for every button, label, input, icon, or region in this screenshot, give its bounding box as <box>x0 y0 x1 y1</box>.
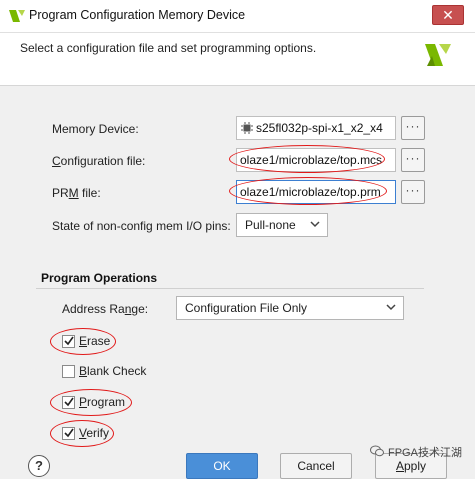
xilinx-logo-icon <box>9 10 25 22</box>
state-pins-select[interactable]: Pull-none <box>236 213 328 237</box>
dialog-header: Select a configuration file and set prog… <box>0 33 475 86</box>
memory-device-label: Memory Device: <box>52 122 139 136</box>
header-description: Select a configuration file and set prog… <box>20 41 317 55</box>
prm-file-label: PRM file: <box>52 186 101 200</box>
blank-check-label: Blank Check <box>79 364 147 378</box>
annotation-oval-config-file <box>229 145 385 173</box>
checkbox-box[interactable] <box>62 365 75 378</box>
config-file-browse-button[interactable]: ··· <box>401 148 425 172</box>
chevron-down-icon <box>386 304 396 311</box>
watermark-text: FPGA技术江湖 <box>388 447 462 459</box>
blank-check-checkbox[interactable]: Blank Check <box>62 364 152 379</box>
chip-icon <box>241 122 253 134</box>
ok-label: OK <box>213 459 231 473</box>
help-button[interactable]: ? <box>28 455 50 477</box>
memory-device-value: s25fl032p-spi-x1_x2_x4 <box>256 121 383 135</box>
annotation-oval-erase <box>50 328 116 355</box>
close-button[interactable]: ✕ <box>432 5 464 25</box>
program-operations-title: Program Operations <box>41 271 158 285</box>
ok-button[interactable]: OK <box>186 453 258 479</box>
window-title: Program Configuration Memory Device <box>29 8 246 22</box>
prm-file-browse-button[interactable]: ··· <box>401 180 425 204</box>
state-pins-value: Pull-none <box>245 218 296 232</box>
cancel-label: Cancel <box>297 459 335 473</box>
ellipsis-icon: ··· <box>405 119 421 133</box>
section-divider <box>36 288 424 289</box>
address-range-select[interactable]: Configuration File Only <box>176 296 404 320</box>
annotation-oval-program <box>50 389 132 416</box>
apply-label: Apply <box>395 459 427 473</box>
memory-device-field: s25fl032p-spi-x1_x2_x4 <box>236 116 396 140</box>
annotation-oval-prm-file <box>229 177 387 205</box>
cancel-button[interactable]: Cancel <box>280 453 352 479</box>
xilinx-header-logo-icon <box>425 44 451 66</box>
close-icon: ✕ <box>442 7 454 23</box>
title-bar: Program Configuration Memory Device ✕ <box>0 0 475 33</box>
address-range-label: Address Range: <box>62 302 149 316</box>
ellipsis-icon: ··· <box>405 151 421 165</box>
chevron-down-icon <box>310 221 320 228</box>
help-icon: ? <box>35 458 43 473</box>
annotation-oval-verify <box>50 420 114 447</box>
ellipsis-icon: ··· <box>405 183 421 197</box>
wechat-icon <box>370 445 384 457</box>
memory-device-browse-button[interactable]: ··· <box>401 116 425 140</box>
address-range-value: Configuration File Only <box>185 301 308 315</box>
watermark: FPGA技术江湖 <box>370 444 470 460</box>
state-pins-label: State of non-config mem I/O pins: <box>52 219 231 233</box>
config-file-label: Configuration file: <box>52 154 146 168</box>
